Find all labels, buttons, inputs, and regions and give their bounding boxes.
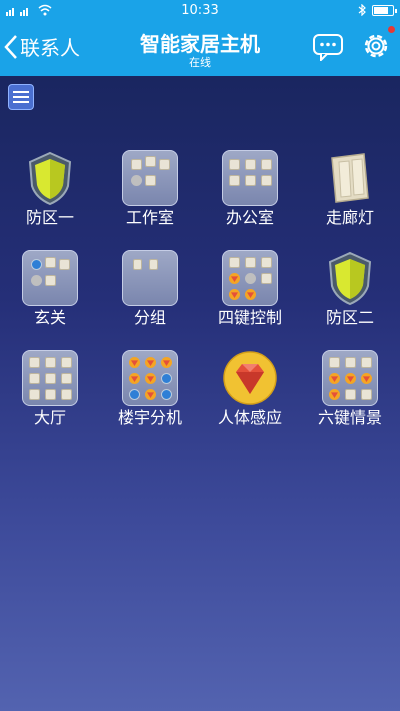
tile-office[interactable]: 办公室 [210,150,290,234]
tile-label: 六键情景 [317,408,382,427]
tile-corridor-light[interactable]: 走廊灯 [310,150,390,234]
tile-entrance[interactable]: 玄关 [10,250,90,334]
main-panel: 防区一 工作室 办公室 走廊灯 玄关 分组 四键控制 防区二 大厅 楼宇分机 人… [0,76,400,711]
folder-icon [122,150,178,206]
tile-label: 走廊灯 [325,208,374,227]
folder-icon [222,250,278,306]
battery-icon [372,4,397,16]
chat-bubble-icon[interactable] [312,33,344,61]
tile-label: 四键控制 [217,308,282,327]
gear-icon[interactable] [360,30,392,62]
gem-sensor-icon [223,351,277,405]
tile-studio[interactable]: 工作室 [110,150,190,234]
status-time: 10:33 [181,2,219,18]
folder-icon [122,250,178,306]
tile-label: 办公室 [225,208,274,227]
tile-building-intercom[interactable]: 楼宇分机 [110,350,190,434]
folder-icon [122,350,178,406]
tile-motion-sensor[interactable]: 人体感应 [210,350,290,434]
nav-bar: 联系人 智能家居主机 在线 [0,20,400,76]
wall-switch-icon [331,153,369,203]
shield-icon [328,251,372,306]
tile-zone-1[interactable]: 防区一 [10,150,90,234]
tile-label: 工作室 [125,208,174,227]
tile-label: 楼宇分机 [117,408,182,427]
tile-label: 防区一 [25,208,74,227]
tile-label: 玄关 [33,308,66,327]
hamburger-menu-icon[interactable] [8,84,34,110]
tile-zone-2[interactable]: 防区二 [310,250,390,334]
status-bar: 10:33 [0,0,400,20]
notification-dot [388,26,395,33]
tile-group[interactable]: 分组 [110,250,190,334]
folder-icon [22,350,78,406]
tile-label: 人体感应 [217,408,282,427]
tile-label: 防区二 [325,308,374,327]
tile-six-key-scene[interactable]: 六键情景 [310,350,390,434]
folder-icon [22,250,78,306]
tile-hall[interactable]: 大厅 [10,350,90,434]
tile-label: 分组 [133,308,166,327]
tile-label: 大厅 [33,408,66,427]
tile-four-key[interactable]: 四键控制 [210,250,290,334]
folder-icon [222,150,278,206]
shield-icon [28,151,72,206]
folder-icon [322,350,378,406]
